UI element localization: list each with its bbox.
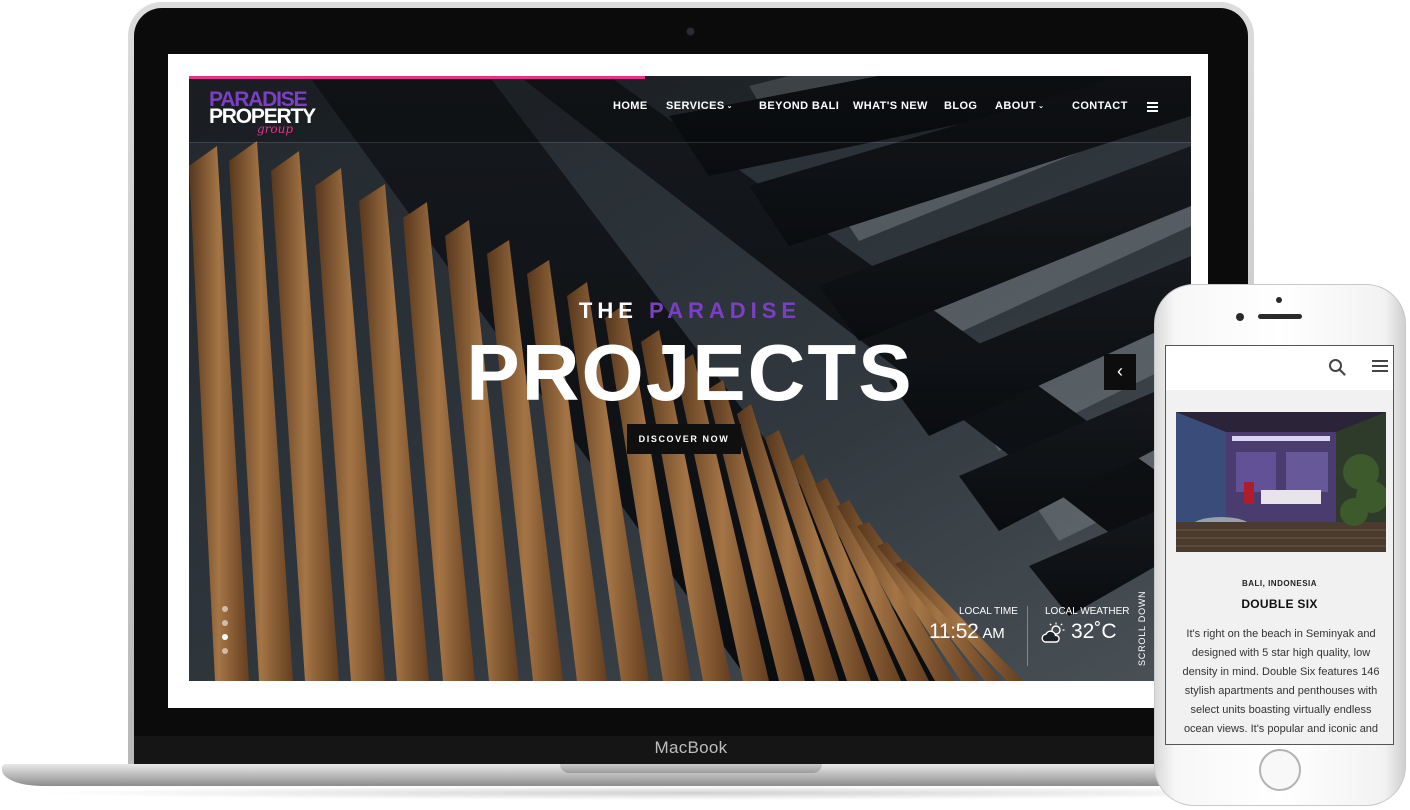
partly-cloudy-icon [1041,622,1065,643]
nav-whats-new[interactable]: WHAT'S NEW [853,100,928,112]
nav-about-label: ABOUT [995,100,1037,112]
hero-kicker-accent: PARADISE [649,298,802,323]
laptop-notch [560,764,822,773]
site-logo[interactable]: PARADISE PROPERTY group [209,89,319,140]
time-digits: 11:52 [929,620,979,643]
nav-services-label: SERVICES [666,100,725,112]
search-icon[interactable] [1328,358,1346,376]
discover-now-button[interactable]: DISCOVER NOW [627,424,741,454]
nav-contact[interactable]: CONTACT [1072,100,1128,112]
chevron-down-icon: ⌄ [726,103,733,110]
nav-contact-label: CONTACT [1072,100,1128,112]
nav-blog[interactable]: BLOG [944,100,977,112]
phone-sensor [1276,297,1282,303]
property-location: BALI, INDONESIA [1241,579,1318,588]
chevron-down-icon: ⌄ [1038,103,1045,110]
local-time-value: 11:52 AM [929,620,1005,644]
scroll-down-link[interactable]: SCROLL DOWN [1137,591,1149,666]
nav-home-label: HOME [613,100,648,112]
slider-progress-bar [189,76,645,79]
slider-prev-button[interactable]: ‹ [1104,354,1136,390]
menu-hamburger-icon[interactable] [1147,102,1158,114]
laptop-shadow [30,786,1350,800]
logo-line-3: group [257,122,294,136]
hero-kicker-prefix: THE [578,298,638,323]
mobile-header [1166,346,1393,390]
slider-dot[interactable] [222,648,228,654]
phone-speaker [1258,314,1302,319]
device-mockup-scene: PARADISE PROPERTY group HOME SERVICES ⌄ B… [0,0,1410,810]
phone-home-button[interactable] [1259,749,1301,791]
local-time-label: LOCAL TIME [959,606,1018,617]
laptop-camera [687,28,694,35]
property-title: DOUBLE SIX [1241,597,1318,611]
time-suffix: AM [982,625,1005,642]
property-photo [1176,412,1386,552]
nav-whats-new-label: WHAT'S NEW [853,100,928,112]
nav-beyond-bali[interactable]: BEYOND BALI [759,100,839,112]
nav-home[interactable]: HOME [613,100,648,112]
phone-camera [1236,313,1244,321]
slider-dot[interactable] [222,620,228,626]
nav-blog-label: BLOG [944,100,978,112]
property-description: It's right on the beach in Seminyak and … [1182,628,1380,735]
slider-dots [222,606,228,662]
local-weather-value: 32˚C [1071,620,1117,643]
nav-divider [189,142,1191,143]
nav-services[interactable]: SERVICES ⌄ [666,100,733,112]
hero-title: PROJECTS [466,328,914,417]
local-weather-label: LOCAL WEATHER [1045,606,1130,617]
slider-dot-active[interactable] [222,634,228,640]
phone-screen: BALI, INDONESIA DOUBLE SIX It's right on… [1165,345,1394,745]
website-hero: PARADISE PROPERTY group HOME SERVICES ⌄ B… [189,76,1191,681]
chevron-left-icon: ‹ [1117,361,1123,381]
nav-beyond-bali-label: BEYOND BALI [759,100,840,112]
info-divider [1027,606,1028,666]
slider-dot[interactable] [222,606,228,612]
hero-kicker: THE PARADISE [189,298,1191,324]
menu-hamburger-icon[interactable] [1372,360,1388,375]
nav-about[interactable]: ABOUT ⌄ [995,100,1044,112]
